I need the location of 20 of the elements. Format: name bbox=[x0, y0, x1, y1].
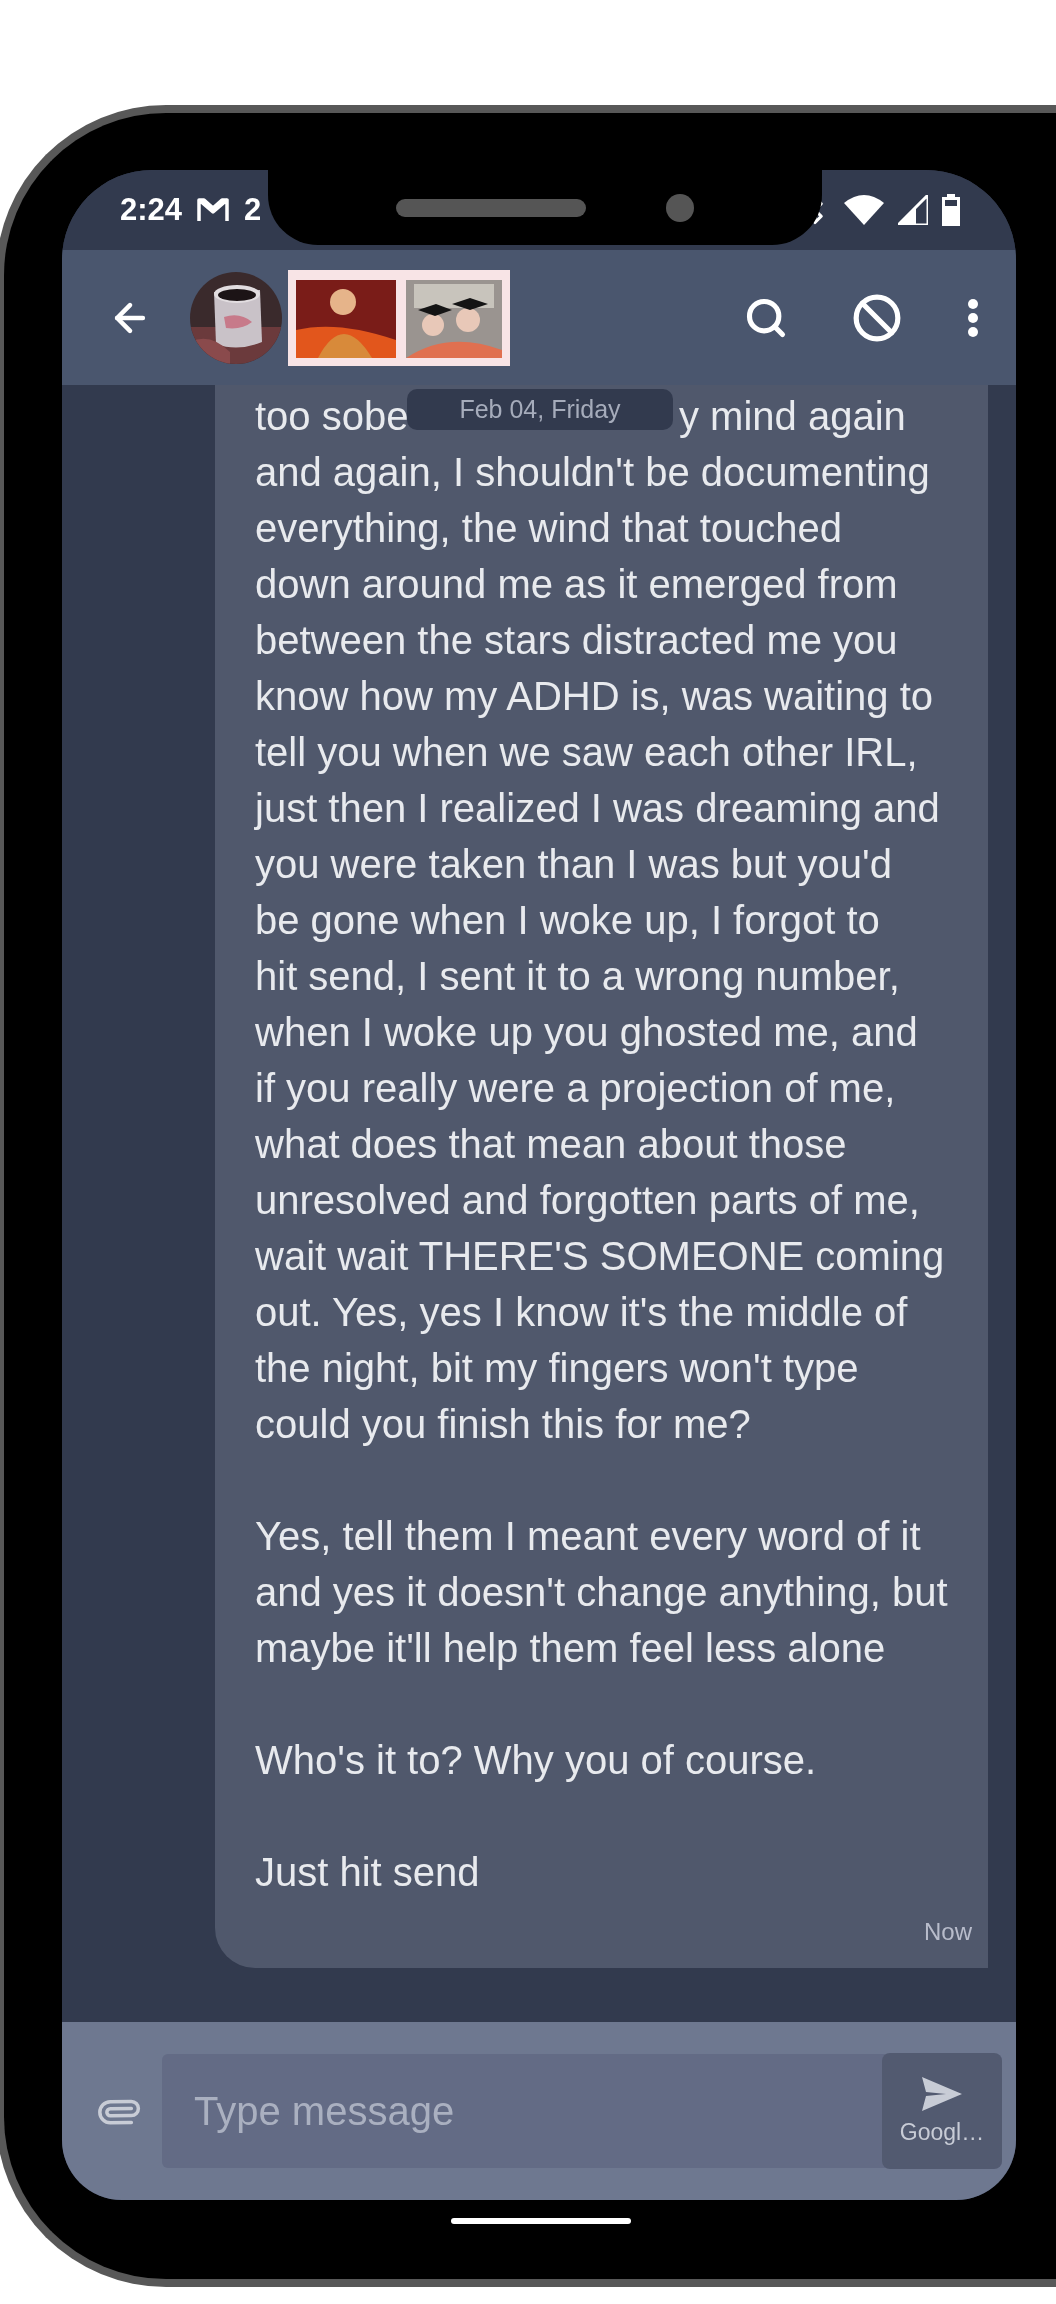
message-time: Now bbox=[924, 1918, 972, 1946]
notification-count: 2 bbox=[244, 192, 262, 228]
message-text: and again, I shouldn't be documenting everything, the wind that touched down around me as it emerged from between the stars distracted me you know how my ADHD is, was waiting to tell you when we saw each other IRL, just then I realized I was dreaming and you were taken than I was but you'd be gone when I woke up, I forgot to hit send, I sent it to a wrong number, when I woke up you ghosted me, and if you really were a projection of me, what does that mean about those unresolved and forgotten parts of me, wait wait THERE'S SOMEONE coming out. Yes, yes I know it's the middle of the night, bit my fingers won't type could you finish this for me? bbox=[255, 449, 946, 1448]
message-text: Who's it to? Why you of course. bbox=[255, 1737, 818, 1784]
send-icon bbox=[922, 2076, 962, 2111]
battery-icon bbox=[942, 194, 960, 226]
more-icon bbox=[968, 298, 978, 337]
signal-icon bbox=[898, 195, 928, 225]
message-input-field[interactable]: Type message Googl… bbox=[162, 2054, 1002, 2168]
message-text: too sobe bbox=[255, 393, 409, 440]
send-button[interactable]: Googl… bbox=[882, 2053, 1002, 2169]
block-icon bbox=[852, 292, 902, 343]
camera-dot bbox=[666, 193, 694, 222]
message-text: Just hit send bbox=[255, 1849, 481, 1896]
message-text: Yes, tell them I meant every word of it and yes it doesn't change anything, but maybe it'll help them feel less alone bbox=[255, 1513, 949, 1672]
wifi-icon bbox=[844, 195, 884, 225]
date-chip: Feb 04, Friday bbox=[407, 389, 673, 430]
mail-icon bbox=[196, 196, 231, 224]
message-text: y mind again bbox=[679, 393, 906, 440]
status-time: 2:24 bbox=[120, 192, 183, 228]
